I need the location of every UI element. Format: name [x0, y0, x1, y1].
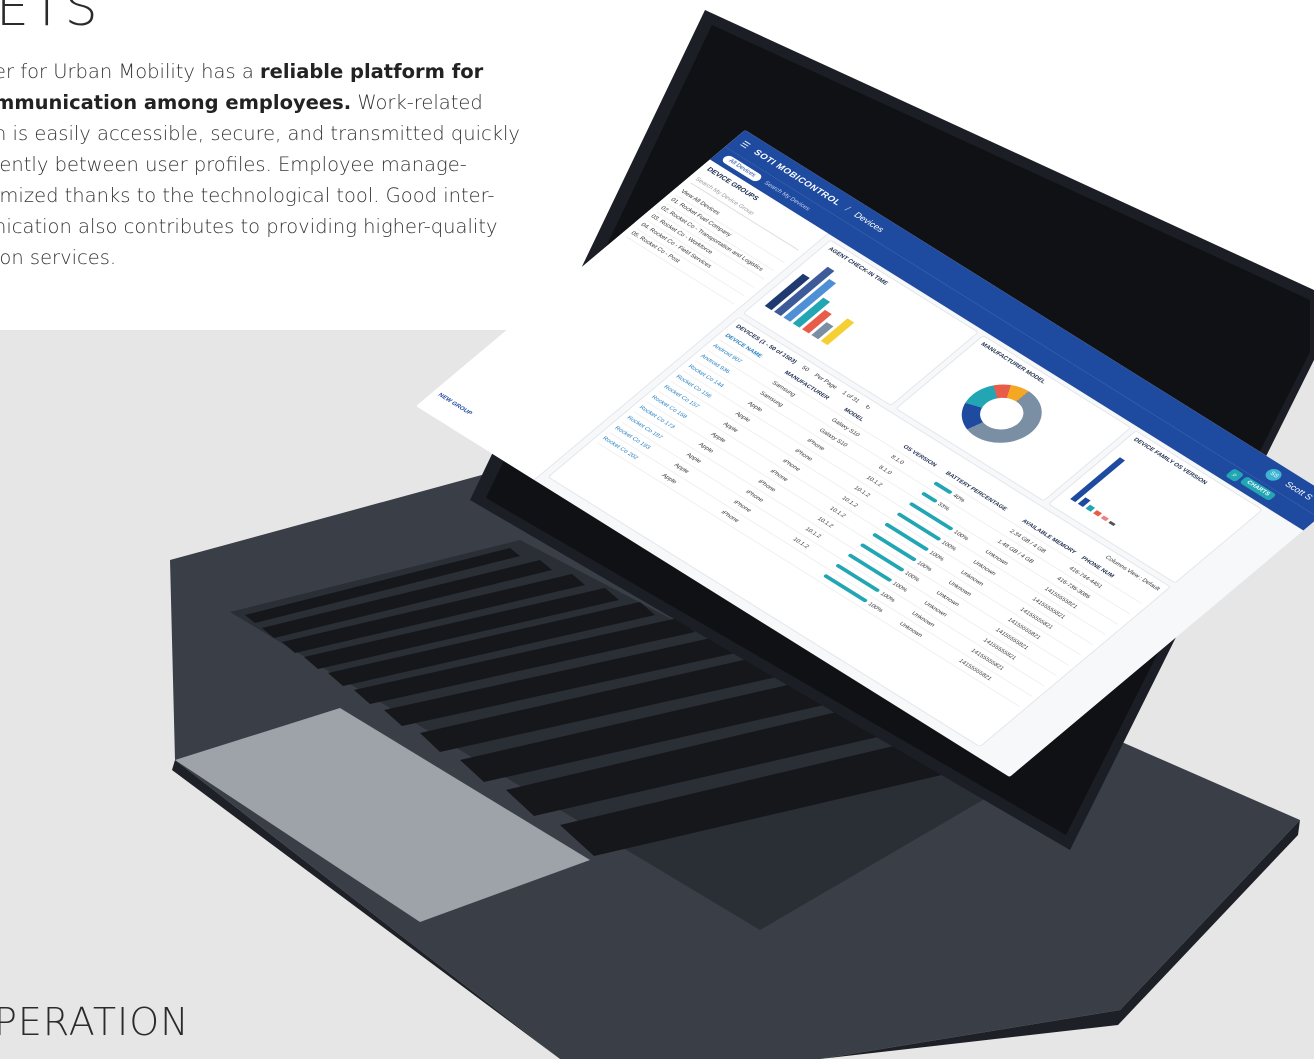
chart-bar	[1108, 520, 1116, 527]
chart-bar	[1100, 515, 1109, 522]
battery-label: 100%	[940, 539, 958, 552]
breadcrumb-separator: /	[842, 204, 853, 213]
avatar[interactable]: SS	[1262, 466, 1286, 484]
battery-label: 100%	[866, 601, 885, 614]
per-page-select[interactable]: 50	[800, 365, 810, 372]
battery-label: 40%	[951, 493, 967, 504]
new-group-button[interactable]: NEW GROUP	[436, 393, 473, 417]
battery-bar	[920, 491, 938, 503]
battery-label: 100%	[891, 580, 909, 593]
battery-label: 100%	[903, 570, 921, 583]
battery-label: 100%	[915, 560, 934, 573]
battery-label: 100%	[878, 591, 897, 604]
battery-label: 100%	[927, 550, 946, 563]
menu-icon[interactable]: ☰	[738, 139, 753, 150]
battery-label: 100%	[952, 529, 970, 542]
battery-label: 33%	[936, 501, 951, 512]
refresh-icon[interactable]: ↻	[863, 404, 873, 412]
chart-bar	[1085, 504, 1096, 512]
chart-bar	[1093, 510, 1103, 517]
